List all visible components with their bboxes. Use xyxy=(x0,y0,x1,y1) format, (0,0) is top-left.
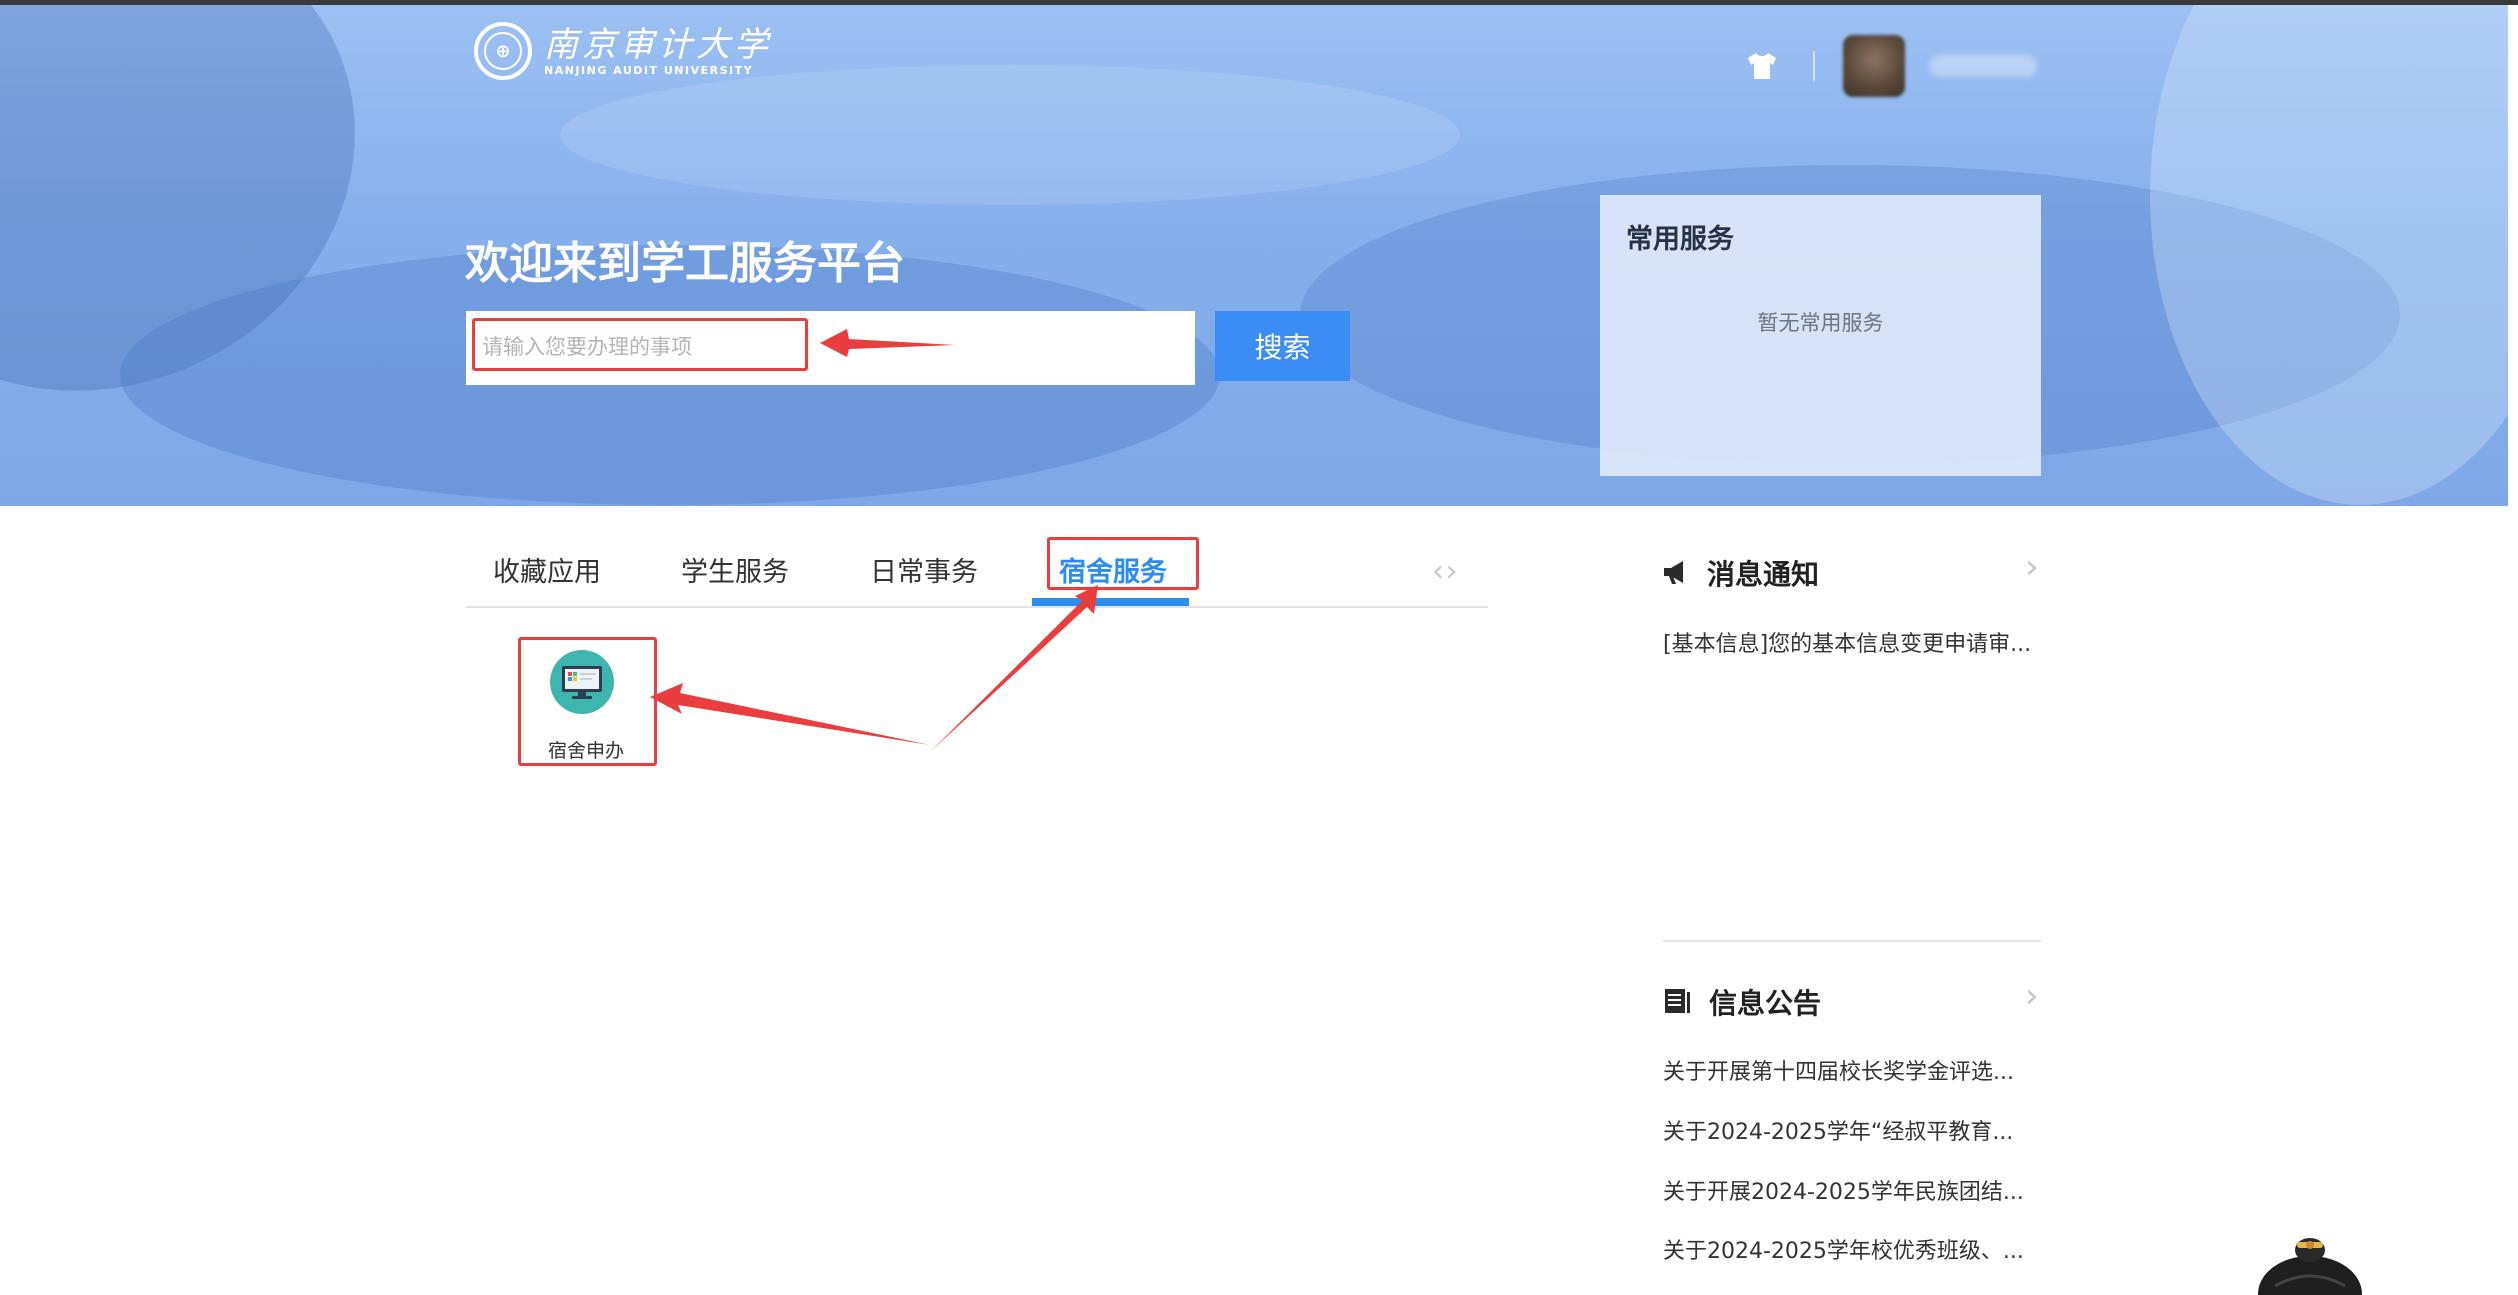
announcements-more-chevron-icon[interactable]: › xyxy=(2025,976,2039,1016)
page-title: 欢迎来到学工服务平台 xyxy=(465,238,905,289)
announcements-title: 信息公告 xyxy=(1709,987,1822,1020)
notifications-title: 消息通知 xyxy=(1707,558,1820,591)
active-tab-indicator xyxy=(1032,598,1189,606)
announcement-item[interactable]: 关于2024-2025学年校优秀班级、... xyxy=(1663,1233,2024,1265)
megaphone-icon xyxy=(1664,561,1683,584)
chevron-right-icon[interactable]: › xyxy=(1446,554,1458,589)
common-services-empty: 暂无常用服务 xyxy=(1757,311,1884,335)
search-button[interactable]: 搜索 xyxy=(1215,311,1350,381)
floating-assistant-mascot[interactable] xyxy=(2255,1236,2365,1295)
announcement-item[interactable]: 关于开展2024-2025学年民族团结... xyxy=(1663,1174,2024,1206)
common-services-title: 常用服务 xyxy=(1626,224,1734,255)
announcement-item[interactable]: 关于开展第十四届校长奖学金评选... xyxy=(1663,1054,2014,1086)
tab-daily-affairs[interactable]: 日常事务 xyxy=(870,550,978,589)
chevron-left-icon[interactable]: ‹ xyxy=(1432,554,1444,589)
tab-scroll-controls: ‹ › xyxy=(1432,554,1458,589)
username-blurred[interactable] xyxy=(1929,55,2037,77)
university-name-cn: 南京审计大学 xyxy=(544,24,772,65)
tab-student-services[interactable]: 学生服务 xyxy=(681,550,789,589)
university-logo[interactable]: ⊕ 南京审计大学 NANJING AUDIT UNIVERSITY xyxy=(474,22,772,80)
header-divider xyxy=(1813,51,1815,81)
common-services-panel: 常用服务 暂无常用服务 xyxy=(1600,195,2041,476)
notifications-more-chevron-icon[interactable]: › xyxy=(2025,547,2039,587)
shirt-icon[interactable] xyxy=(1745,51,1779,81)
user-area xyxy=(1745,35,2037,97)
annotation-arrow-app xyxy=(650,683,930,745)
annotation-box-search xyxy=(472,318,808,371)
document-icon xyxy=(1665,989,1690,1013)
university-name-en: NANJING AUDIT UNIVERSITY xyxy=(544,63,754,77)
annotation-box-dorm-tab xyxy=(1047,537,1199,590)
seal-icon: ⊕ xyxy=(474,22,532,80)
notification-item[interactable]: [基本信息]您的基本信息变更申请审... xyxy=(1663,626,2031,658)
section-divider xyxy=(1663,940,2041,942)
hero-banner: ⊕ 南京审计大学 NANJING AUDIT UNIVERSITY 欢迎来到学工… xyxy=(0,5,2508,506)
announcement-item[interactable]: 关于2024-2025学年“经叔平教育... xyxy=(1663,1114,2013,1146)
annotation-arrow-tab xyxy=(930,585,1098,752)
service-tabs: 收藏应用 学生服务 日常事务 宿舍服务 ‹ › xyxy=(466,540,1488,608)
avatar[interactable] xyxy=(1843,35,1905,97)
annotation-box-dorm-app xyxy=(518,637,657,766)
tab-favorites[interactable]: 收藏应用 xyxy=(493,550,601,589)
